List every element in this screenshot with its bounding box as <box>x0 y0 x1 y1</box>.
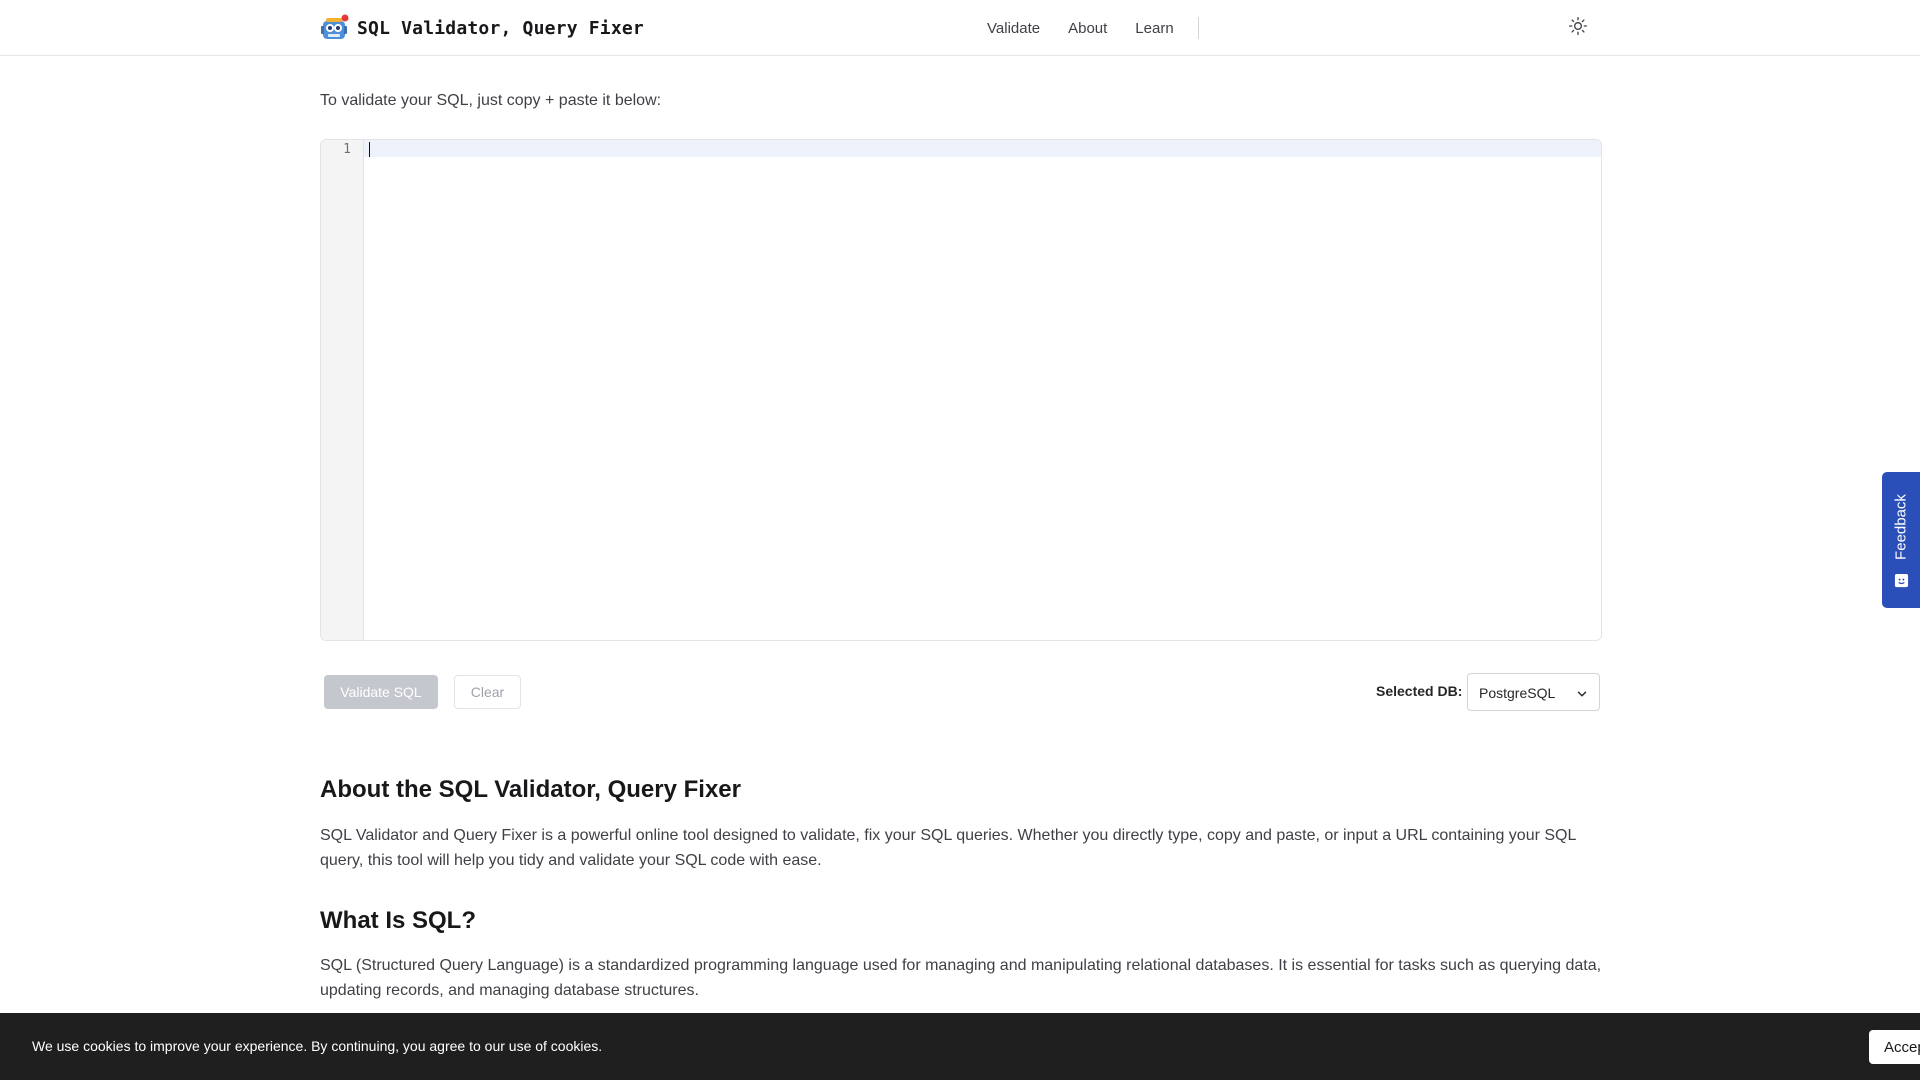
editor-gutter: 1 <box>321 140 364 640</box>
sql-editor[interactable]: 1 <box>320 139 1602 641</box>
validate-sql-button[interactable]: Validate SQL <box>324 675 438 709</box>
site-header: SQL Validator, Query Fixer Validate Abou… <box>0 0 1920 56</box>
brand[interactable]: SQL Validator, Query Fixer <box>319 12 644 44</box>
section-heading-about: About the SQL Validator, Query Fixer <box>320 776 741 803</box>
cookie-banner: We use cookies to improve your experienc… <box>0 1013 1920 1080</box>
chevron-down-icon <box>1575 687 1589 706</box>
active-line-highlight <box>364 140 1601 157</box>
feedback-tab[interactable]: Feedback <box>1882 472 1920 608</box>
cookie-accept-button[interactable]: Accept <box>1869 1030 1920 1064</box>
site-title: SQL Validator, Query Fixer <box>357 17 644 39</box>
robot-logo-icon <box>319 13 349 43</box>
section-body-what-is-sql: SQL (Structured Query Language) is a sta… <box>320 957 1602 999</box>
nav-about[interactable]: About <box>1068 20 1107 37</box>
db-select[interactable]: PostgreSQL <box>1467 673 1600 711</box>
feedback-label: Feedback <box>1892 494 1910 560</box>
sun-icon <box>1568 16 1588 41</box>
db-select-value: PostgreSQL <box>1479 685 1556 701</box>
clear-button[interactable]: Clear <box>454 675 521 709</box>
cookie-text: We use cookies to improve your experienc… <box>32 1038 603 1054</box>
theme-toggle-button[interactable] <box>1565 15 1591 41</box>
intro-text: To validate your SQL, just copy + paste … <box>320 92 662 109</box>
line-number: 1 <box>343 142 351 157</box>
selected-db-label: Selected DB: <box>1376 683 1463 699</box>
section-heading-what-is-sql: What Is SQL? <box>320 907 476 934</box>
nav-divider <box>1197 17 1199 39</box>
main-nav: Validate About Learn <box>987 16 1199 40</box>
nav-validate[interactable]: Validate <box>987 20 1040 37</box>
text-caret <box>369 142 370 157</box>
nav-learn[interactable]: Learn <box>1135 20 1173 37</box>
feedback-icon <box>1894 573 1909 593</box>
section-body-about: SQL Validator and Query Fixer is a power… <box>320 827 1576 869</box>
